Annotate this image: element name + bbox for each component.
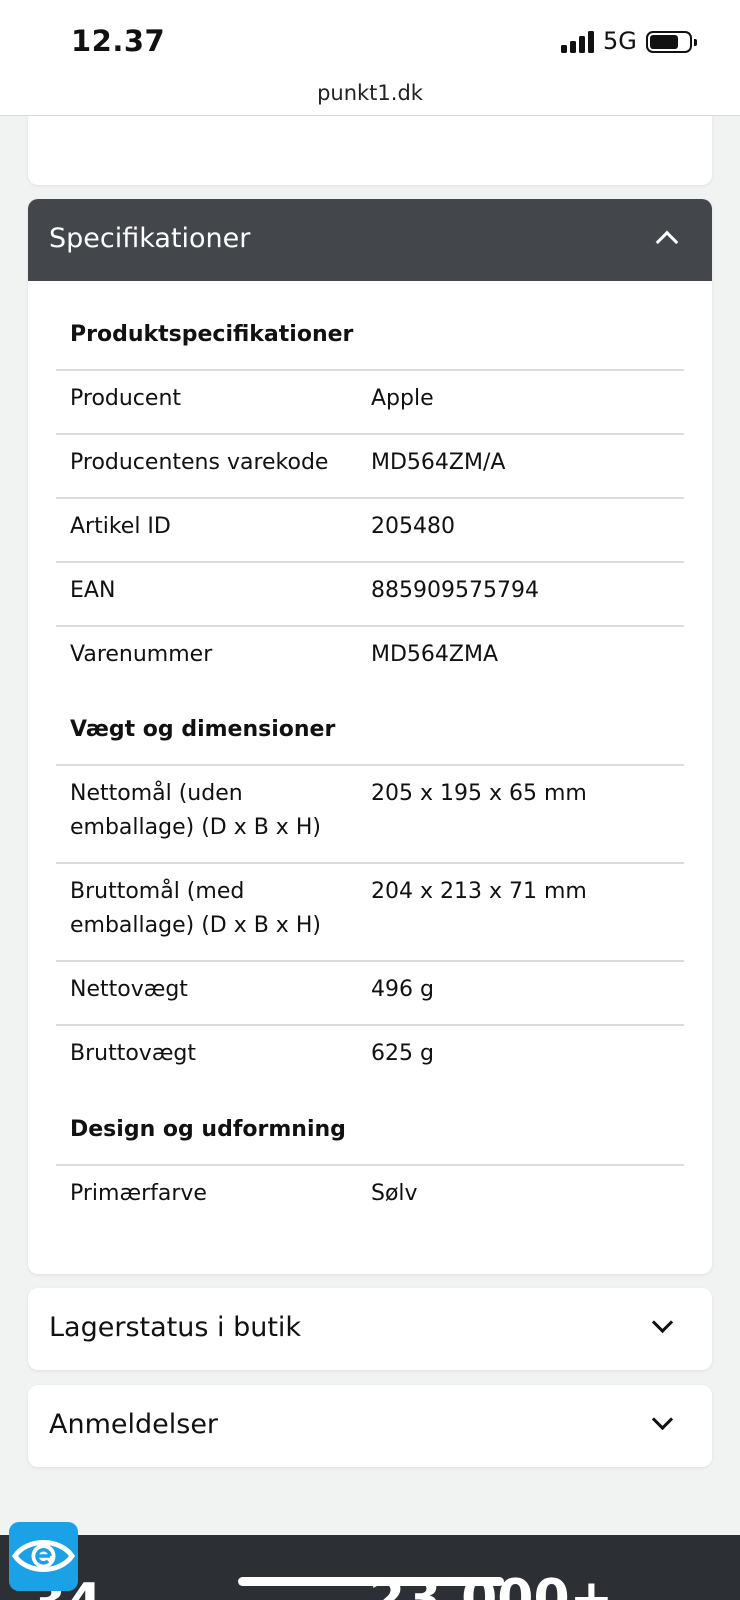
spec-label: Producent	[70, 386, 182, 411]
home-indicator[interactable]	[238, 1577, 504, 1586]
signal-icon	[561, 31, 595, 53]
footer-banner: 34 23.000+	[0, 1535, 740, 1600]
specifications-panel: Specifikationer Produktspecifikationer P…	[28, 199, 712, 1274]
divider	[56, 625, 684, 627]
url-bar[interactable]: punkt1.dk	[0, 70, 740, 116]
spec-label: Bruttomål (med emballage) (D x B x H)	[70, 879, 321, 938]
accordion-reviews[interactable]: Anmeldelser	[28, 1385, 712, 1467]
chevron-down-icon[interactable]	[651, 1311, 674, 1334]
divider	[56, 433, 684, 435]
spec-value: 625 g	[371, 1041, 434, 1066]
divider	[56, 862, 684, 864]
spec-value: 496 g	[371, 977, 434, 1002]
spec-value: 204 x 213 x 71 mm	[371, 879, 587, 904]
specifications-header[interactable]: Specifikationer	[28, 199, 712, 281]
spec-value: MD564ZM/A	[371, 450, 506, 475]
accordion-label: Lagerstatus i butik	[49, 1312, 302, 1343]
chevron-down-icon[interactable]	[651, 1408, 674, 1431]
spec-value: 205480	[371, 514, 455, 539]
status-bar: 12.37 5G	[0, 0, 740, 70]
spec-value: Apple	[371, 386, 434, 411]
section-title-weight: Vægt og dimensioner	[70, 717, 336, 742]
section-title-product: Produktspecifikationer	[70, 322, 354, 347]
previous-card	[28, 116, 712, 185]
divider	[56, 1164, 684, 1166]
accordion-store-stock[interactable]: Lagerstatus i butik	[28, 1288, 712, 1370]
specifications-title: Specifikationer	[49, 223, 251, 254]
spec-value: Sølv	[371, 1181, 418, 1206]
network-label: 5G	[603, 27, 637, 55]
divider	[56, 369, 684, 371]
section-title-design: Design og udformning	[70, 1117, 346, 1142]
spec-label: Primærfarve	[70, 1181, 207, 1206]
accordion-label: Anmeldelser	[49, 1409, 219, 1440]
divider	[56, 764, 684, 766]
divider	[56, 561, 684, 563]
chevron-up-icon[interactable]	[655, 230, 679, 254]
divider	[56, 1024, 684, 1026]
spec-value: 885909575794	[371, 578, 539, 603]
spec-value: 205 x 195 x 65 mm	[371, 781, 587, 806]
spec-label: Varenummer	[70, 642, 213, 667]
eye-icon[interactable]	[9, 1522, 78, 1591]
battery-icon	[646, 31, 697, 53]
spec-label: Producentens varekode	[70, 450, 329, 475]
spec-label: Nettomål (uden emballage) (D x B x H)	[70, 781, 321, 840]
spec-value: MD564ZMA	[371, 642, 499, 667]
spec-label: Nettovægt	[70, 977, 188, 1002]
spec-label: Bruttovægt	[70, 1041, 197, 1066]
status-time: 12.37	[71, 24, 166, 58]
divider	[56, 497, 684, 499]
spec-label: Artikel ID	[70, 514, 171, 539]
divider	[56, 960, 684, 962]
spec-label: EAN	[70, 578, 116, 603]
